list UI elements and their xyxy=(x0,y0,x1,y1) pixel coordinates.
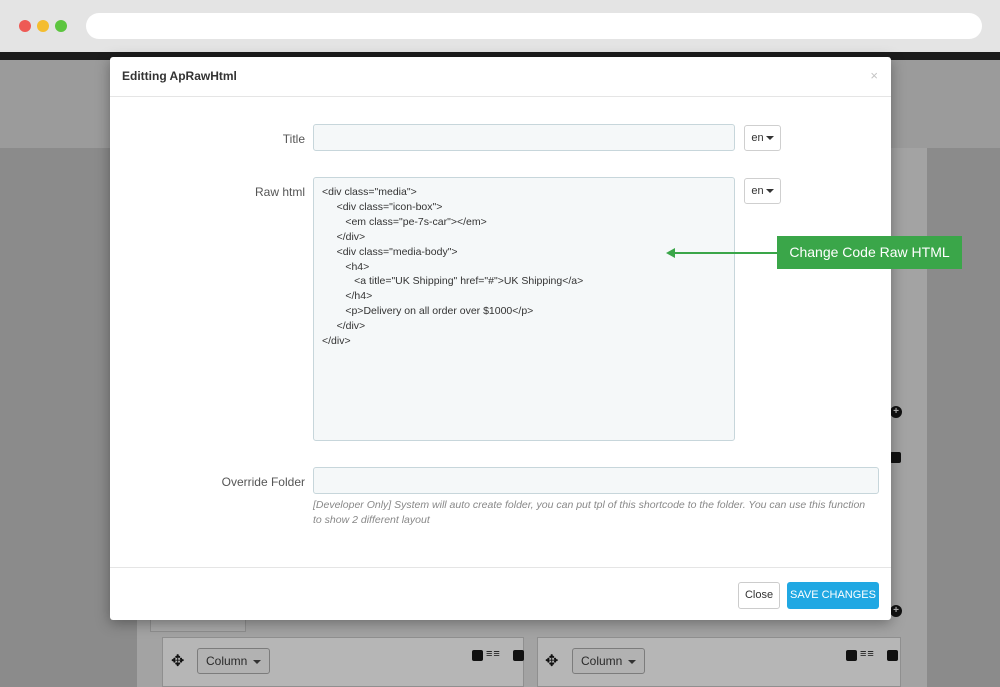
browser-chrome xyxy=(0,0,1000,52)
annotation-arrow-head-icon xyxy=(666,248,675,258)
raw-html-code: <div class="media"> <div class="icon-box… xyxy=(322,185,583,349)
row-tool-icon[interactable] xyxy=(890,452,901,463)
move-icon[interactable]: ✥ xyxy=(545,651,558,671)
row-add-icon[interactable]: + xyxy=(890,605,902,617)
chevron-down-icon xyxy=(765,189,774,194)
raw-html-textarea[interactable]: <div class="media"> <div class="icon-box… xyxy=(313,177,735,441)
window-close-dot[interactable] xyxy=(19,20,31,32)
move-icon[interactable]: ✥ xyxy=(171,651,184,671)
modal-footer: Close SAVE CHANGES xyxy=(110,567,891,620)
title-language-dropdown[interactable]: en xyxy=(744,125,781,151)
modal-header: Editting ApRawHtml × xyxy=(110,57,891,97)
window-maximize-dot[interactable] xyxy=(55,20,67,32)
minus-icon[interactable] xyxy=(846,650,857,661)
title-language-label: en xyxy=(751,132,764,144)
code-line: <h4> xyxy=(322,260,370,273)
close-icon[interactable]: × xyxy=(870,68,878,83)
column-dropdown-label: Column xyxy=(206,654,248,668)
modal-title: Editting ApRawHtml xyxy=(122,69,237,83)
address-bar[interactable] xyxy=(86,13,982,39)
close-button[interactable]: Close xyxy=(738,582,780,609)
list-icon[interactable]: ≡≡ xyxy=(860,648,875,660)
list-icon[interactable]: ≡≡ xyxy=(486,648,501,660)
code-line: </div> xyxy=(322,335,351,348)
column-dropdown-button[interactable]: Column xyxy=(197,648,270,674)
code-line: <a title="UK Shipping" href="#">UK Shipp… xyxy=(322,275,584,288)
override-folder-label: Override Folder xyxy=(221,475,305,489)
edit-raw-html-modal: Editting ApRawHtml × Title en Raw html <… xyxy=(110,57,891,620)
raw-html-label: Raw html xyxy=(254,185,305,199)
column-dropdown-label: Column xyxy=(581,654,623,668)
code-line: <div class="media"> xyxy=(322,186,417,198)
override-folder-help-text: [Developer Only] System will auto create… xyxy=(313,499,866,526)
title-input[interactable] xyxy=(313,124,735,151)
code-line: <div class="icon-box"> xyxy=(322,200,443,213)
title-label: Title xyxy=(282,132,305,146)
chevron-down-icon xyxy=(252,659,261,664)
code-line: <p>Delivery on all order over $1000</p> xyxy=(322,305,534,318)
code-line: </div> xyxy=(322,320,366,333)
row-add-icon[interactable]: + xyxy=(890,406,902,418)
plus-icon[interactable] xyxy=(513,650,524,661)
override-folder-input[interactable] xyxy=(313,467,879,494)
raw-html-language-dropdown[interactable]: en xyxy=(744,178,781,204)
chevron-down-icon xyxy=(627,659,636,664)
window-minimize-dot[interactable] xyxy=(37,20,49,32)
code-line: </div> xyxy=(322,230,366,243)
annotation-callout: Change Code Raw HTML xyxy=(777,236,962,269)
code-line: <div class="media-body"> xyxy=(322,245,458,258)
chevron-down-icon xyxy=(765,136,774,141)
minus-icon[interactable] xyxy=(472,650,483,661)
raw-html-language-label: en xyxy=(751,185,764,197)
annotation-arrow-line xyxy=(672,252,777,254)
column-dropdown-button[interactable]: Column xyxy=(572,648,645,674)
save-changes-button[interactable]: SAVE CHANGES xyxy=(787,582,879,609)
code-line: </h4> xyxy=(322,290,373,303)
code-line: <em class="pe-7s-car"></em> xyxy=(322,215,487,228)
plus-icon[interactable] xyxy=(887,650,898,661)
